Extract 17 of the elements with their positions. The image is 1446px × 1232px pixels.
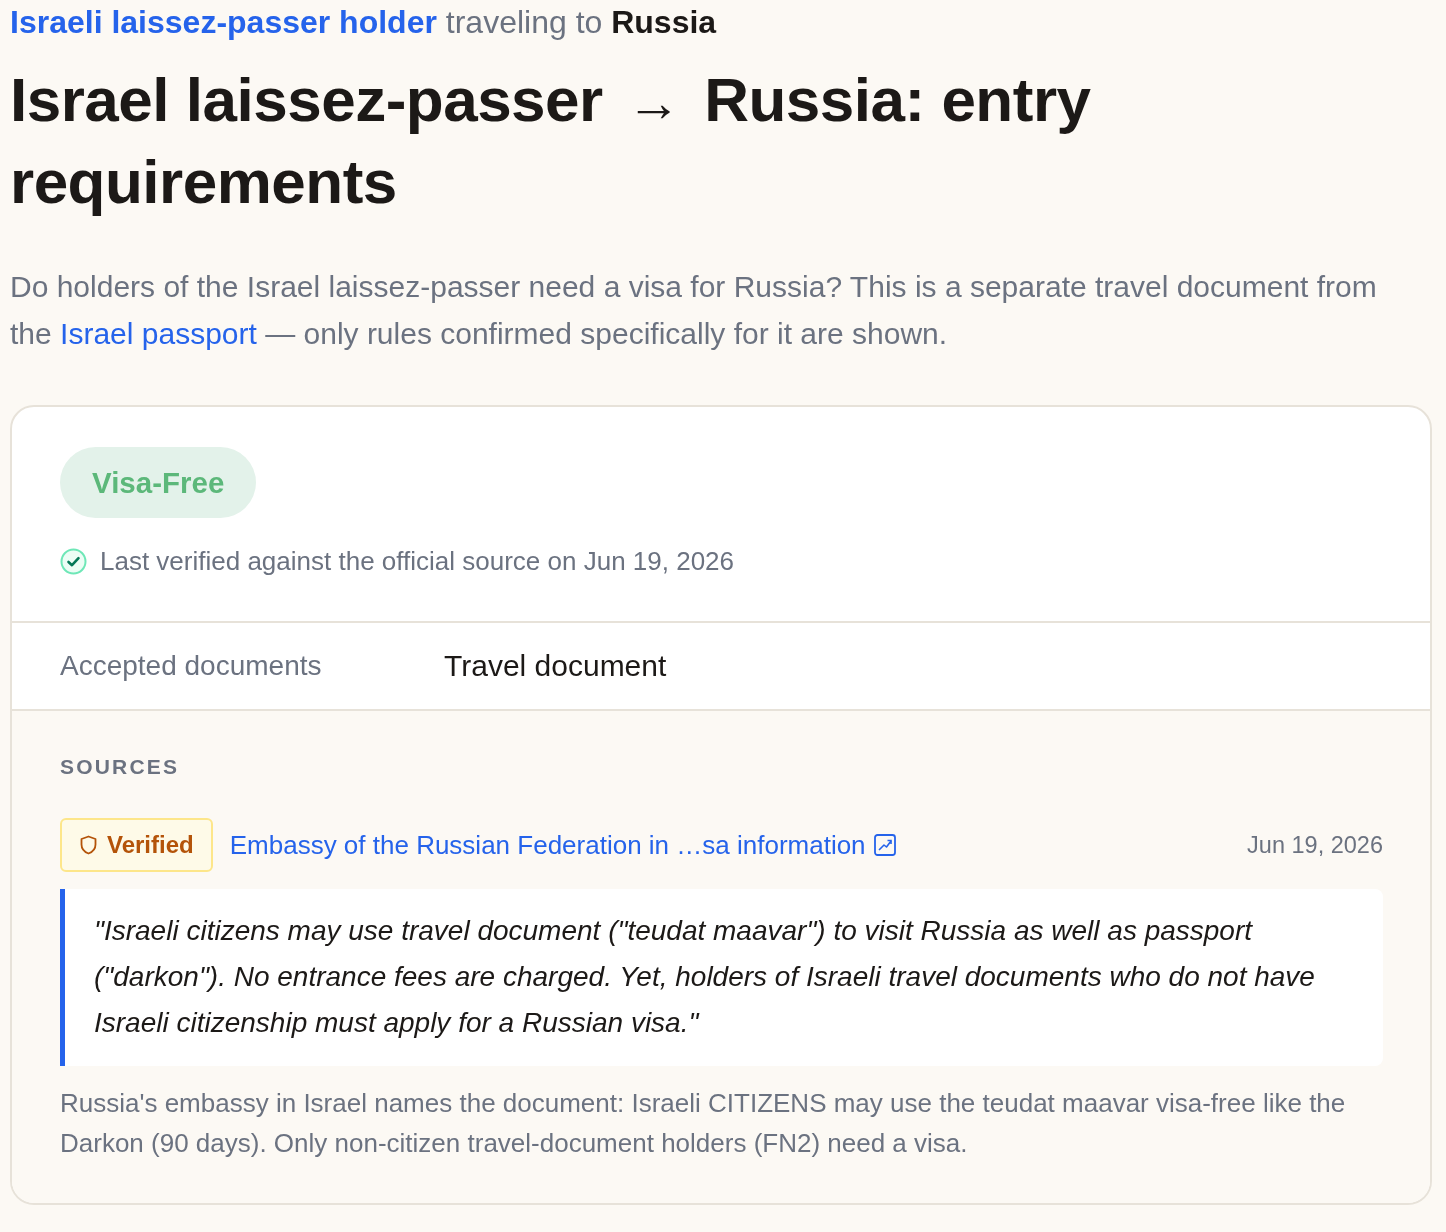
passport-link[interactable]: Israel passport — [60, 317, 257, 350]
source-quote: "Israeli citizens may use travel document ("teudat maavar") to visit Russia as well as passport ("darkon"). No entrance fees are charged. Yet, holders of Israeli travel documents who do not have Israeli citizenship must apply for a Russian visa." — [60, 889, 1383, 1066]
documents-label: Accepted documents — [60, 650, 323, 682]
verified-label: Verified — [107, 831, 194, 859]
sources-heading: SOURCES — [60, 754, 181, 780]
source-link[interactable]: Embassy of the Russian Federation in …sa information — [229, 829, 896, 861]
page-title: Israel laissez-passer → Russia: entry requirements — [10, 64, 1092, 218]
source-note: Russia's embassy in Israel names the document: Israeli CITIZENS may use the teudat maavar visa-free like the Darkon (90 days). Only non-citizen travel-document holders (FN2) need a visa. — [60, 1087, 1347, 1160]
breadcrumb-text: Israeli laissez-passer holder traveling to Russia — [10, 3, 718, 42]
visa-status-pill: Visa-Free — [60, 447, 257, 518]
source-date: Jun 19, 2026 — [1247, 831, 1383, 859]
shield-icon — [80, 835, 97, 855]
documents-value: Travel document — [444, 649, 668, 683]
external-link-icon — [873, 834, 896, 856]
verified-date-text: Last verified against the official source on Jun 19, 2026 — [100, 545, 735, 578]
intro-paragraph: Do holders of the Israel laissez-passer need a visa for Russia? This is a separate travel document from the Israel passport — only rules confirmed specifically for it are shown. — [10, 269, 1378, 352]
document-link[interactable]: Israeli laissez-passer holder — [10, 4, 437, 40]
